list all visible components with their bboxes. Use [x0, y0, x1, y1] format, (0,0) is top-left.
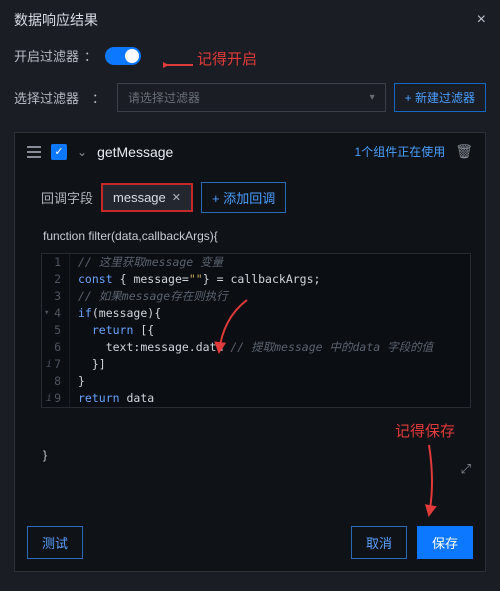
filter-select[interactable]: 请选择过滤器 ▾: [117, 83, 386, 112]
callback-field-label: 回调字段: [41, 188, 93, 207]
tag-remove-icon[interactable]: ✕: [172, 191, 181, 204]
chevron-down-icon: ▾: [370, 92, 375, 103]
toggle-label: 开启过滤器: [14, 46, 84, 65]
callback-tag[interactable]: message ✕: [101, 183, 193, 212]
menu-icon[interactable]: [27, 146, 41, 158]
code-line[interactable]: 6 text:message.data // 提取message 中的data …: [42, 339, 470, 356]
cancel-button[interactable]: 取消: [351, 526, 407, 559]
function-signature: function filter(data,callbackArgs){: [15, 223, 485, 249]
trash-icon[interactable]: 🗑: [455, 143, 473, 160]
select-label: 选择过滤器: [14, 88, 84, 107]
code-line[interactable]: 5 return [{: [42, 322, 470, 339]
add-callback-button[interactable]: + 添加回调: [201, 182, 286, 213]
filter-panel: ✓ ⌄ getMessage 1个组件正在使用 🗑 回调字段 message ✕…: [14, 132, 486, 572]
select-placeholder: 请选择过滤器: [128, 89, 200, 106]
annotation-enable: 记得开启: [197, 48, 257, 69]
code-line[interactable]: 8}: [42, 373, 470, 390]
code-line[interactable]: 7i }]: [42, 356, 470, 373]
chevron-down-icon[interactable]: ⌄: [77, 145, 87, 159]
code-line[interactable]: 3// 如果message存在则执行: [42, 288, 470, 305]
code-line[interactable]: 4▾if(message){: [42, 305, 470, 322]
dialog-title: 数据响应结果: [14, 10, 98, 30]
method-name: getMessage: [97, 144, 173, 160]
close-icon[interactable]: ×: [477, 11, 486, 29]
code-line[interactable]: 2const { message=""} = callbackArgs;: [42, 271, 470, 288]
code-line[interactable]: 9ireturn data: [42, 390, 470, 407]
expand-icon[interactable]: ⤢: [461, 461, 471, 477]
new-filter-button[interactable]: + 新建过滤器: [394, 83, 486, 112]
enable-checkbox[interactable]: ✓: [51, 144, 67, 160]
annotation-save: 记得保存: [395, 420, 455, 441]
usage-link[interactable]: 1个组件正在使用: [355, 143, 446, 160]
filter-toggle[interactable]: [105, 47, 141, 65]
test-button[interactable]: 测试: [27, 526, 83, 559]
code-line[interactable]: 1// 这里获取message 变量: [42, 254, 470, 271]
code-editor[interactable]: 1// 这里获取message 变量2const { message=""} =…: [41, 253, 471, 408]
callback-tag-text: message: [113, 190, 166, 205]
save-button[interactable]: 保存: [417, 526, 473, 559]
